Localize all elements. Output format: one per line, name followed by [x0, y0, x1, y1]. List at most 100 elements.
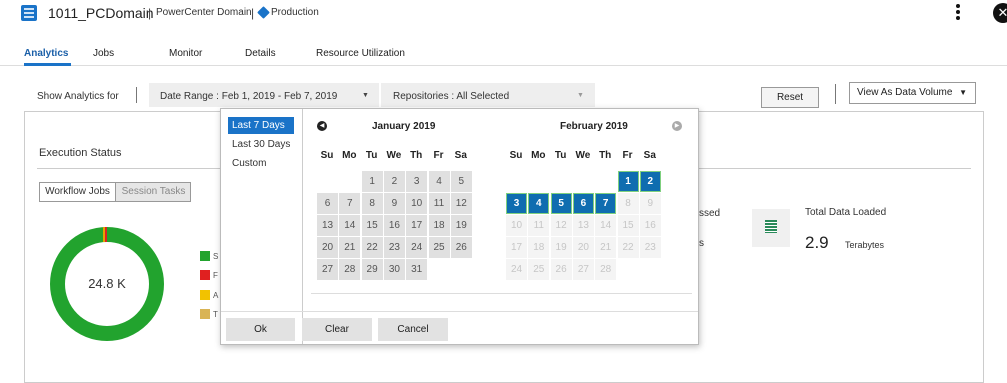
ok-button[interactable]: Ok	[226, 318, 295, 341]
weekday-header: Th	[599, 150, 612, 161]
tab-bar: Analytics Jobs Monitor Details Resource …	[0, 40, 1007, 66]
calendar-day[interactable]: 12	[450, 193, 472, 214]
separator: |	[148, 6, 152, 20]
kebab-icon[interactable]	[955, 3, 961, 21]
calendar-day[interactable]: 5	[450, 171, 472, 192]
execution-status-title: Execution Status	[39, 147, 122, 159]
preset-last-30-days[interactable]: Last 30 Days	[228, 136, 294, 153]
calendar-day[interactable]: 7	[595, 193, 617, 214]
workflow-jobs-toggle[interactable]: Workflow Jobs	[40, 183, 116, 201]
calendar-day: 28	[595, 259, 617, 280]
legend-swatch	[200, 309, 210, 319]
separator: |	[251, 6, 255, 20]
calendar-day[interactable]: 7	[339, 193, 361, 214]
weekday-header: Th	[410, 150, 423, 161]
donut-total-label: 24.8 K	[88, 276, 126, 291]
calendar-day[interactable]: 23	[383, 237, 405, 258]
calendar-day[interactable]: 27	[317, 259, 338, 280]
divider	[136, 87, 137, 103]
calendar-day[interactable]: 9	[383, 193, 405, 214]
calendar-day[interactable]: 24	[406, 237, 428, 258]
calendar-day[interactable]: 6	[572, 193, 594, 214]
database-icon	[765, 220, 777, 233]
tab-resource-utilization[interactable]: Resource Utilization	[316, 48, 405, 59]
tab-analytics[interactable]: Analytics	[24, 48, 68, 59]
preset-last-7-days[interactable]: Last 7 Days	[228, 117, 294, 134]
calendar-day: 26	[550, 259, 572, 280]
tab-monitor[interactable]: Monitor	[169, 48, 202, 59]
calendar-day: 8	[617, 193, 639, 214]
calendar-day[interactable]: 25	[428, 237, 450, 258]
calendar-day[interactable]: 11	[428, 193, 450, 214]
calendar-day[interactable]: 4	[528, 193, 550, 214]
weekday-header: Fr	[622, 150, 633, 161]
legend-label: T	[213, 310, 218, 319]
environment-name: Production	[271, 7, 319, 18]
calendar-day[interactable]: 8	[361, 193, 383, 214]
legend-swatch	[200, 251, 210, 261]
calendar-day: 11	[528, 215, 550, 236]
calendar-day[interactable]: 2	[383, 171, 405, 192]
calendar-day[interactable]: 20	[317, 237, 338, 258]
calendar-day: 21	[595, 237, 617, 258]
calendar-day[interactable]: 1	[617, 171, 639, 192]
month-title-january: January 2019	[372, 121, 436, 132]
calendar-day[interactable]: 29	[361, 259, 383, 280]
picker-divider	[311, 293, 692, 294]
processed-value: s	[699, 238, 704, 249]
clear-button[interactable]: Clear	[302, 318, 372, 341]
calendar-day[interactable]: 14	[339, 215, 361, 236]
calendar-day[interactable]: 2	[639, 171, 661, 192]
prev-month-icon[interactable]: ◀	[317, 121, 327, 131]
tag-icon	[257, 6, 270, 19]
donut-segment-failed	[105, 227, 107, 242]
calendar-day[interactable]: 19	[450, 215, 472, 236]
chevron-down-icon: ▼	[362, 92, 369, 99]
calendar-day[interactable]: 21	[339, 237, 361, 258]
calendar-day[interactable]: 5	[550, 193, 572, 214]
calendar-day[interactable]: 28	[339, 259, 361, 280]
calendar-day[interactable]: 4	[428, 171, 450, 192]
domain-icon	[21, 5, 37, 21]
calendar-day[interactable]: 10	[406, 193, 428, 214]
calendar-day[interactable]: 22	[361, 237, 383, 258]
weekday-header: We	[575, 150, 591, 161]
next-month-icon[interactable]: ▶	[672, 121, 682, 131]
calendar-day[interactable]: 16	[383, 215, 405, 236]
calendar-day: 9	[639, 193, 661, 214]
calendar-day[interactable]: 17	[406, 215, 428, 236]
session-tasks-toggle[interactable]: Session Tasks	[117, 183, 190, 201]
calendar-day[interactable]: 1	[361, 171, 383, 192]
view-as-value: View As Data Volume	[857, 87, 953, 98]
calendar-day[interactable]: 6	[317, 193, 338, 214]
calendar-day[interactable]: 30	[383, 259, 405, 280]
calendar-day[interactable]: 31	[406, 259, 428, 280]
weekday-header: Mo	[531, 150, 546, 161]
legend-swatch	[200, 270, 210, 280]
chevron-down-icon: ▼	[577, 92, 584, 99]
view-as-select[interactable]: View As Data Volume ▼	[849, 82, 976, 104]
calendar-day[interactable]: 26	[450, 237, 472, 258]
calendar-day: 20	[572, 237, 594, 258]
preset-custom[interactable]: Custom	[228, 155, 294, 172]
calendar-day[interactable]: 3	[506, 193, 527, 214]
calendar-day[interactable]: 18	[428, 215, 450, 236]
calendar-day: 15	[617, 215, 639, 236]
calendar-day: 23	[639, 237, 661, 258]
weekday-header: Tu	[554, 150, 567, 161]
calendar-day[interactable]: 13	[317, 215, 338, 236]
calendar-day[interactable]: 3	[406, 171, 428, 192]
reset-button[interactable]: Reset	[761, 87, 819, 108]
tab-details[interactable]: Details	[245, 48, 276, 59]
legend-label: A	[213, 291, 219, 300]
calendar-day: 13	[572, 215, 594, 236]
cancel-button[interactable]: Cancel	[378, 318, 448, 341]
month-title-february: February 2019	[560, 121, 628, 132]
calendar-day: 24	[506, 259, 527, 280]
divider	[835, 84, 836, 104]
calendar-day: 12	[550, 215, 572, 236]
weekday-header: Fr	[433, 150, 444, 161]
close-icon[interactable]: ✕	[993, 3, 1007, 23]
calendar-day[interactable]: 15	[361, 215, 383, 236]
tab-jobs[interactable]: Jobs	[93, 48, 114, 59]
